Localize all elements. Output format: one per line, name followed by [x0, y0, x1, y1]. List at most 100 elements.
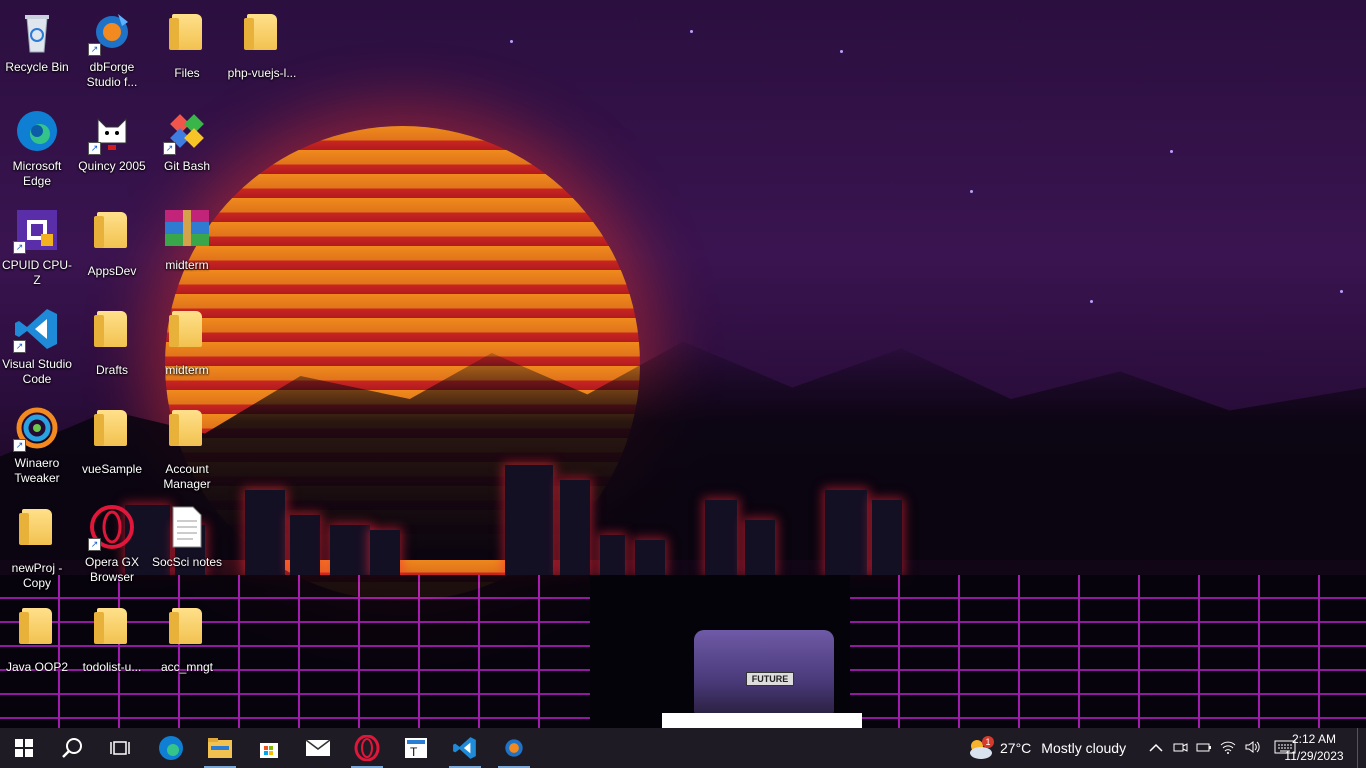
taskbar-store[interactable]: [245, 728, 293, 768]
task-view-button[interactable]: [96, 728, 144, 768]
desktop-icon-acc-mngt[interactable]: acc_mngt: [150, 602, 224, 675]
shortcut-arrow-icon: ↗: [88, 142, 101, 155]
store-icon: [260, 743, 278, 758]
desktop-icon-label: todolist-u...: [82, 660, 142, 674]
desktop-icon-git-bash[interactable]: ↗ Git Bash: [150, 107, 224, 174]
desktop-icon-label: vueSample: [81, 462, 143, 476]
desktop-icon-label: dbForge Studio f...: [86, 60, 138, 89]
winrar-icon: [163, 206, 211, 254]
system-tray: [1148, 728, 1298, 768]
folder-icon: [88, 311, 136, 359]
star-decoration: [840, 50, 843, 53]
battery-icon[interactable]: [1196, 739, 1212, 758]
task-view-icon: [110, 741, 130, 755]
search-button[interactable]: [48, 728, 96, 768]
desktop-icon-label: Recycle Bin: [5, 60, 69, 74]
taskbar-vscode[interactable]: [441, 728, 489, 768]
desktop-icon-php-vuejs[interactable]: php-vuejs-l...: [225, 8, 299, 81]
desktop-icon-label: Microsoft Edge: [12, 159, 62, 188]
desktop-icon-label: CPUID CPU-Z: [1, 258, 72, 287]
desktop-icon-label: Opera GX Browser: [84, 555, 140, 584]
dbforge-icon: [505, 739, 523, 757]
folder-icon: [13, 509, 61, 557]
star-decoration: [690, 30, 693, 33]
windows-start-icon: [15, 739, 33, 757]
desktop-icon-label: AppsDev: [87, 264, 137, 278]
city-skyline: [120, 455, 920, 575]
desktop-icon-label: acc_mngt: [160, 660, 214, 674]
taskbar-edge[interactable]: [147, 728, 195, 768]
cpuz-icon: ↗: [13, 206, 61, 254]
folder-icon: [88, 212, 136, 260]
desktop-icon-microsoft-edge[interactable]: Microsoft Edge: [0, 107, 74, 189]
typing-icon: T: [405, 738, 427, 759]
car-plate: FUTURE: [746, 672, 794, 686]
desktop-icon-label: Winaero Tweaker: [14, 456, 60, 485]
desktop-icon-account-manager[interactable]: Account Manager: [150, 404, 224, 492]
start-button[interactable]: [0, 728, 48, 768]
desktop-icon-todolist[interactable]: todolist-u...: [75, 602, 149, 675]
edge-icon: [159, 736, 183, 760]
desktop-icon-quincy[interactable]: ↗ Quincy 2005: [75, 107, 149, 174]
recycle-bin-icon: [13, 8, 61, 56]
folder-icon: [238, 14, 286, 62]
desktop-icon-vuesample[interactable]: vueSample: [75, 404, 149, 477]
taskbar-typing[interactable]: T: [392, 728, 440, 768]
car-graphic: FUTURE: [694, 630, 834, 715]
folder-icon: [88, 608, 136, 656]
opera-icon: [354, 735, 380, 761]
shortcut-arrow-icon: ↗: [13, 439, 26, 452]
folder-icon: [163, 608, 211, 656]
desktop-icon-recycle-bin[interactable]: Recycle Bin: [0, 8, 74, 75]
star-decoration: [1090, 300, 1093, 303]
shortcut-arrow-icon: ↗: [163, 142, 176, 155]
desktop-icon-dbforge[interactable]: ↗ dbForge Studio f...: [75, 8, 149, 90]
desktop-icon-label: midterm: [165, 258, 209, 272]
taskbar-file-explorer[interactable]: [196, 728, 244, 768]
desktop-icon-label: Git Bash: [163, 159, 211, 173]
meet-now-icon[interactable]: [1172, 739, 1188, 758]
desktop-icon-java-oop2[interactable]: Java OOP2: [0, 602, 74, 675]
desktop-icon-label: newProj - Copy: [11, 561, 63, 590]
desktop-icon-files[interactable]: Files: [150, 8, 224, 81]
wifi-icon[interactable]: [1220, 739, 1236, 758]
dbforge-icon: ↗: [88, 8, 136, 56]
vscode-icon: [453, 737, 476, 759]
star-decoration: [970, 190, 973, 193]
desktop-icon-drafts[interactable]: Drafts: [75, 305, 149, 378]
taskbar-dbforge[interactable]: [490, 728, 538, 768]
shortcut-arrow-icon: ↗: [13, 340, 26, 353]
shortcut-arrow-icon: ↗: [88, 43, 101, 56]
folder-icon: [13, 608, 61, 656]
desktop-icon-label: Visual Studio Code: [2, 357, 72, 386]
desktop-icon-midterm-folder[interactable]: midterm: [150, 305, 224, 378]
search-icon: [62, 738, 82, 758]
text-document-icon: [163, 503, 211, 551]
clock-time: 2:12 AM: [1291, 732, 1337, 746]
folder-icon: [163, 410, 211, 458]
taskbar-clock[interactable]: 2:12 AM 11/29/2023: [1284, 731, 1344, 765]
desktop-icon-label: midterm: [165, 363, 209, 377]
shortcut-arrow-icon: ↗: [13, 241, 26, 254]
star-decoration: [1340, 290, 1343, 293]
clock-date: 11/29/2023: [1284, 749, 1344, 763]
mail-icon: [305, 739, 331, 756]
show-desktop-button[interactable]: [1357, 728, 1366, 768]
desktop-icon-appsdev[interactable]: AppsDev: [75, 206, 149, 279]
desktop-icon-vscode[interactable]: ↗ Visual Studio Code: [0, 305, 74, 387]
desktop-icon-cpuz[interactable]: ↗ CPUID CPU-Z: [0, 206, 74, 288]
desktop-icon-winaero[interactable]: ↗ Winaero Tweaker: [0, 404, 74, 486]
taskbar-opera[interactable]: [343, 728, 391, 768]
file-explorer-icon: [208, 738, 232, 758]
winaero-icon: ↗: [13, 404, 61, 452]
desktop-icon-newproj-copy[interactable]: newProj - Copy: [0, 503, 74, 591]
desktop-icon-label: Drafts: [95, 363, 128, 377]
weather-widget[interactable]: 1 27°C Mostly cloudy: [966, 728, 1126, 768]
taskbar-mail[interactable]: [294, 728, 342, 768]
show-hidden-icons-chevron-icon[interactable]: [1148, 740, 1164, 756]
desktop-icon-socsci-notes[interactable]: SocSci notes: [150, 503, 224, 570]
volume-icon[interactable]: [1244, 739, 1260, 758]
desktop-icon-opera-gx[interactable]: ↗ Opera GX Browser: [75, 503, 149, 585]
desktop-icon-label: SocSci notes: [151, 555, 223, 569]
desktop-icon-midterm-archive[interactable]: midterm: [150, 206, 224, 273]
